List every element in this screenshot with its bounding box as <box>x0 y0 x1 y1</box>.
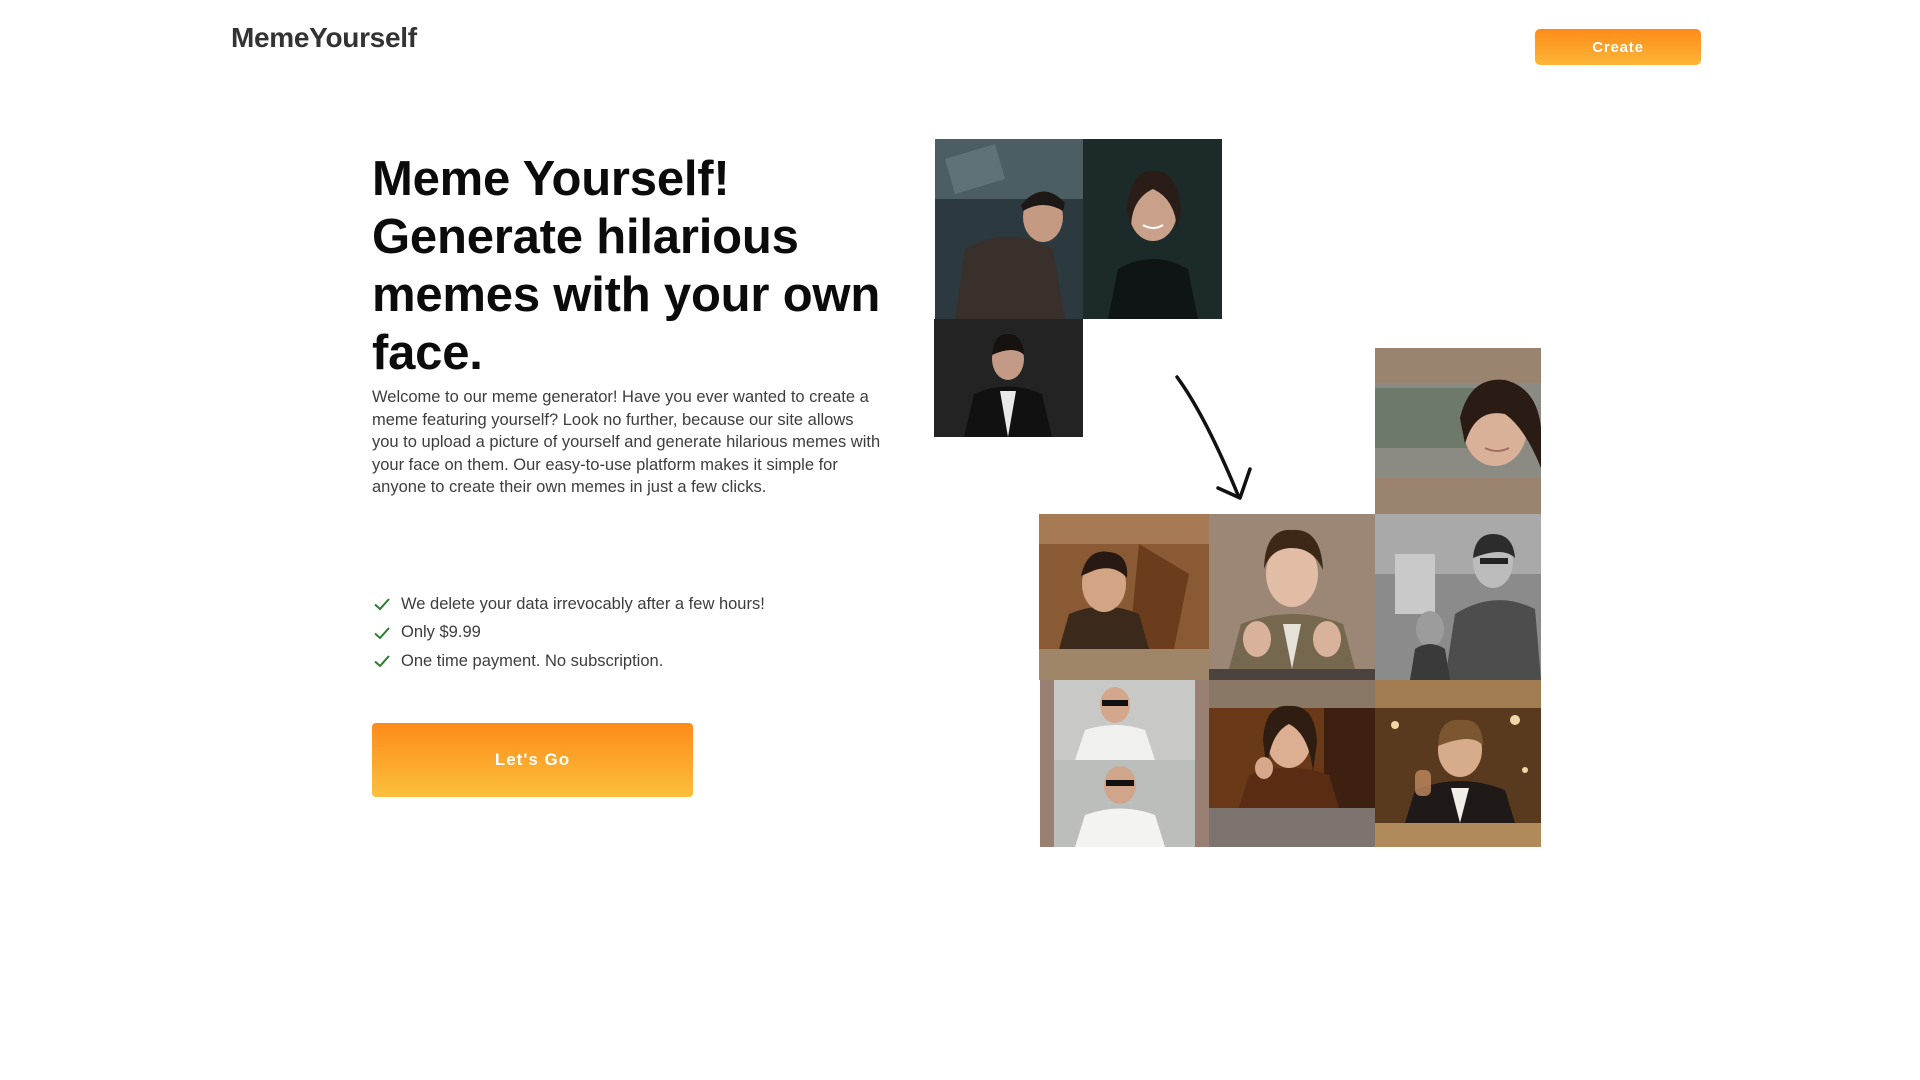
meme-photo <box>1375 514 1541 680</box>
headline-line: Meme Yourself! <box>372 152 730 206</box>
logo[interactable]: MemeYourself <box>231 22 417 54</box>
feature-text: We delete your data irrevocably after a … <box>401 594 765 613</box>
check-icon <box>374 655 390 668</box>
headline-line: memes with your own <box>372 268 881 322</box>
feature-item: One time payment. No subscription. <box>372 647 765 676</box>
meme-photo <box>1375 348 1541 514</box>
source-photo <box>934 319 1083 437</box>
lets-go-button[interactable]: Let's Go <box>372 723 693 797</box>
check-icon <box>374 598 390 611</box>
meme-photo <box>1209 680 1375 847</box>
meme-photo <box>1039 514 1209 680</box>
headline-line: face. <box>372 326 483 380</box>
source-photo <box>1083 139 1222 319</box>
arrow-down-right-icon <box>1175 375 1252 500</box>
create-button[interactable]: Create <box>1535 29 1701 65</box>
feature-item: We delete your data irrevocably after a … <box>372 590 765 619</box>
feature-item: Only $9.99 <box>372 619 765 648</box>
meme-photo <box>1040 680 1209 847</box>
meme-photo <box>1375 680 1541 847</box>
meme-photo <box>1209 514 1375 680</box>
page-title: Meme Yourself! Generate hilarious memes … <box>372 150 882 382</box>
top-bar: MemeYourself Create <box>0 0 1920 80</box>
headline-line: Generate hilarious <box>372 210 799 264</box>
intro-paragraph: Welcome to our meme generator! Have you … <box>372 388 881 496</box>
hero-text: Meme Yourself! Generate hilarious memes … <box>372 150 882 499</box>
check-icon <box>374 627 390 640</box>
feature-text: One time payment. No subscription. <box>401 651 664 670</box>
source-photo <box>935 139 1083 319</box>
feature-text: Only $9.99 <box>401 623 481 642</box>
feature-list: We delete your data irrevocably after a … <box>372 590 765 676</box>
